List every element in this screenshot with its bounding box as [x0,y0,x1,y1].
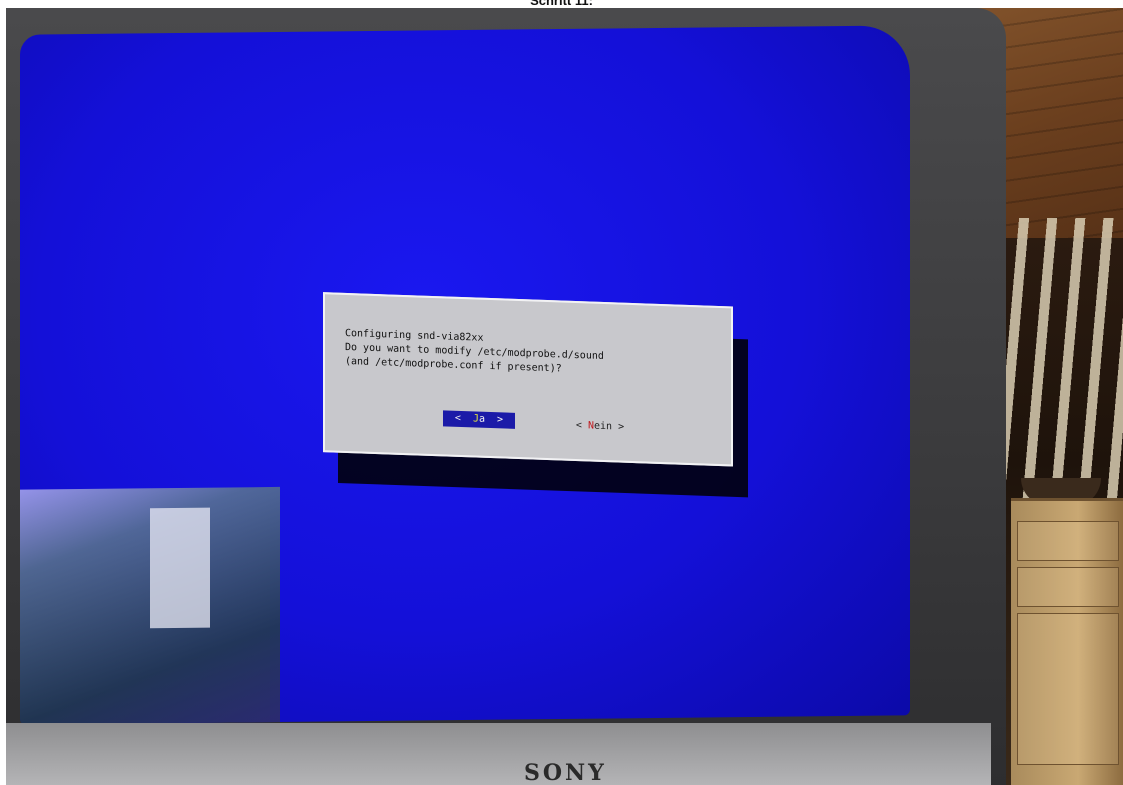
window-reflection [20,486,280,725]
tv-screen: Configuring snd-via82xx Do you want to m… [20,25,910,725]
dialog-message: Configuring snd-via82xx Do you want to m… [345,327,725,382]
no-button[interactable]: < Nein > [565,419,635,435]
cabinet-drawer [1017,567,1119,607]
yes-button[interactable]: < Ja > [443,410,515,429]
photo: Configuring snd-via82xx Do you want to m… [6,8,1123,785]
no-prefix: < [575,420,588,432]
yes-rest: a > [479,413,504,426]
tv-bezel-bottom [6,723,991,785]
dialog-title: Configuring snd-via82xx [345,327,484,344]
debconf-dialog: Configuring snd-via82xx Do you want to m… [323,292,733,467]
tv-housing: Configuring snd-via82xx Do you want to m… [6,8,1006,785]
wooden-cabinet [1011,498,1123,785]
cabinet-drawer [1017,521,1119,561]
cabinet-door [1017,613,1119,765]
yes-prefix: < [454,412,473,425]
house-reflection [150,507,210,629]
tv-brand-logo: SONY [524,760,607,785]
no-rest: ein > [593,420,625,433]
caption: Schritt 11: [530,0,593,8]
